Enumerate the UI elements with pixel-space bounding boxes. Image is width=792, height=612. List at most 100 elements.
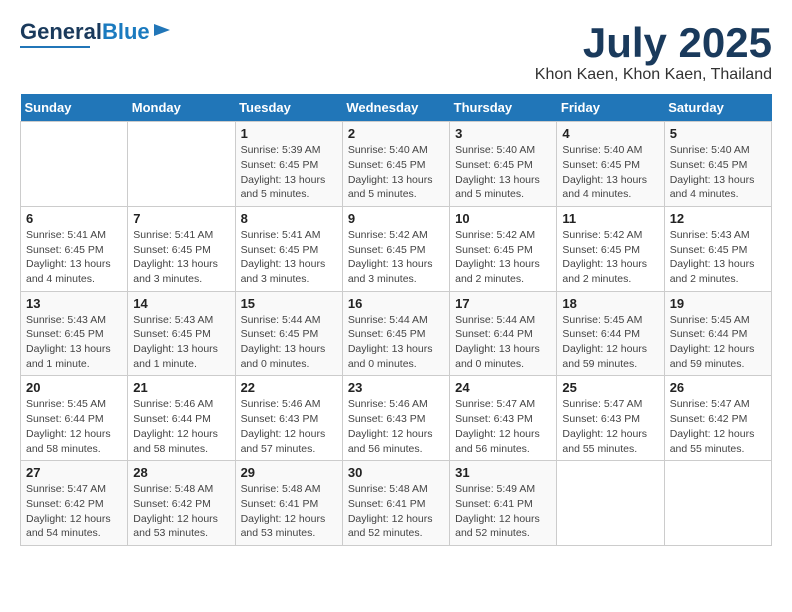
day-number: 13 bbox=[26, 296, 122, 311]
day-number: 27 bbox=[26, 465, 122, 480]
calendar-cell: 26 Sunrise: 5:47 AM Sunset: 6:42 PM Dayli… bbox=[664, 376, 771, 461]
calendar-cell: 7 Sunrise: 5:41 AM Sunset: 6:45 PM Daylig… bbox=[128, 206, 235, 291]
calendar-week-1: 1 Sunrise: 5:39 AM Sunset: 6:45 PM Daylig… bbox=[21, 122, 772, 207]
calendar-cell: 29 Sunrise: 5:48 AM Sunset: 6:41 PM Dayli… bbox=[235, 461, 342, 546]
day-number: 30 bbox=[348, 465, 444, 480]
calendar-cell: 24Sunrise: 5:47 AM Sunset: 6:43 PM Dayli… bbox=[450, 376, 557, 461]
calendar-cell: 1 Sunrise: 5:39 AM Sunset: 6:45 PM Daylig… bbox=[235, 122, 342, 207]
calendar-table: SundayMondayTuesdayWednesdayThursdayFrid… bbox=[20, 94, 772, 546]
day-detail: Sunrise: 5:43 AM Sunset: 6:45 PM Dayligh… bbox=[133, 313, 229, 372]
calendar-cell: 12 Sunrise: 5:43 AM Sunset: 6:45 PM Dayli… bbox=[664, 206, 771, 291]
day-detail: Sunrise: 5:40 AM Sunset: 6:45 PM Dayligh… bbox=[670, 143, 766, 202]
day-detail: Sunrise: 5:48 AM Sunset: 6:41 PM Dayligh… bbox=[348, 482, 444, 541]
day-number: 7 bbox=[133, 211, 229, 226]
logo-text: GeneralBlue bbox=[20, 20, 150, 44]
day-number: 1 bbox=[241, 126, 337, 141]
weekday-header-friday: Friday bbox=[557, 94, 664, 122]
day-number: 3 bbox=[455, 126, 551, 141]
weekday-header-row: SundayMondayTuesdayWednesdayThursdayFrid… bbox=[21, 94, 772, 122]
calendar-body: 1 Sunrise: 5:39 AM Sunset: 6:45 PM Daylig… bbox=[21, 122, 772, 546]
calendar-cell: 15 Sunrise: 5:44 AM Sunset: 6:45 PM Dayli… bbox=[235, 291, 342, 376]
calendar-cell: 28Sunrise: 5:48 AM Sunset: 6:42 PM Dayli… bbox=[128, 461, 235, 546]
calendar-cell: 16Sunrise: 5:44 AM Sunset: 6:45 PM Dayli… bbox=[342, 291, 449, 376]
day-detail: Sunrise: 5:46 AM Sunset: 6:43 PM Dayligh… bbox=[241, 397, 337, 456]
calendar-cell bbox=[664, 461, 771, 546]
weekday-header-monday: Monday bbox=[128, 94, 235, 122]
day-number: 25 bbox=[562, 380, 658, 395]
weekday-header-wednesday: Wednesday bbox=[342, 94, 449, 122]
page-header: GeneralBlue July 2025 Khon Kaen, Khon Ka… bbox=[20, 20, 772, 84]
calendar-week-2: 6Sunrise: 5:41 AM Sunset: 6:45 PM Daylig… bbox=[21, 206, 772, 291]
day-detail: Sunrise: 5:41 AM Sunset: 6:45 PM Dayligh… bbox=[26, 228, 122, 287]
day-number: 15 bbox=[241, 296, 337, 311]
day-number: 21 bbox=[133, 380, 229, 395]
day-number: 29 bbox=[241, 465, 337, 480]
weekday-header-saturday: Saturday bbox=[664, 94, 771, 122]
calendar-cell: 3 Sunrise: 5:40 AM Sunset: 6:45 PM Daylig… bbox=[450, 122, 557, 207]
day-number: 11 bbox=[562, 211, 658, 226]
title-area: July 2025 Khon Kaen, Khon Kaen, Thailand bbox=[535, 20, 772, 84]
day-number: 17 bbox=[455, 296, 551, 311]
day-number: 18 bbox=[562, 296, 658, 311]
day-number: 26 bbox=[670, 380, 766, 395]
day-number: 24 bbox=[455, 380, 551, 395]
day-detail: Sunrise: 5:47 AM Sunset: 6:42 PM Dayligh… bbox=[26, 482, 122, 541]
calendar-cell bbox=[128, 122, 235, 207]
day-number: 2 bbox=[348, 126, 444, 141]
day-detail: Sunrise: 5:42 AM Sunset: 6:45 PM Dayligh… bbox=[455, 228, 551, 287]
day-number: 19 bbox=[670, 296, 766, 311]
day-number: 5 bbox=[670, 126, 766, 141]
day-detail: Sunrise: 5:42 AM Sunset: 6:45 PM Dayligh… bbox=[562, 228, 658, 287]
calendar-cell: 25 Sunrise: 5:47 AM Sunset: 6:43 PM Dayli… bbox=[557, 376, 664, 461]
calendar-cell bbox=[21, 122, 128, 207]
day-detail: Sunrise: 5:45 AM Sunset: 6:44 PM Dayligh… bbox=[670, 313, 766, 372]
day-detail: Sunrise: 5:40 AM Sunset: 6:45 PM Dayligh… bbox=[562, 143, 658, 202]
calendar-cell: 9 Sunrise: 5:42 AM Sunset: 6:45 PM Daylig… bbox=[342, 206, 449, 291]
calendar-cell bbox=[557, 461, 664, 546]
day-detail: Sunrise: 5:43 AM Sunset: 6:45 PM Dayligh… bbox=[26, 313, 122, 372]
day-detail: Sunrise: 5:46 AM Sunset: 6:43 PM Dayligh… bbox=[348, 397, 444, 456]
calendar-cell: 23 Sunrise: 5:46 AM Sunset: 6:43 PM Dayli… bbox=[342, 376, 449, 461]
calendar-cell: 30 Sunrise: 5:48 AM Sunset: 6:41 PM Dayli… bbox=[342, 461, 449, 546]
weekday-header-thursday: Thursday bbox=[450, 94, 557, 122]
day-detail: Sunrise: 5:47 AM Sunset: 6:43 PM Dayligh… bbox=[562, 397, 658, 456]
day-number: 4 bbox=[562, 126, 658, 141]
day-detail: Sunrise: 5:45 AM Sunset: 6:44 PM Dayligh… bbox=[26, 397, 122, 456]
calendar-cell: 10 Sunrise: 5:42 AM Sunset: 6:45 PM Dayli… bbox=[450, 206, 557, 291]
day-detail: Sunrise: 5:41 AM Sunset: 6:45 PM Dayligh… bbox=[133, 228, 229, 287]
day-detail: Sunrise: 5:44 AM Sunset: 6:45 PM Dayligh… bbox=[241, 313, 337, 372]
calendar-cell: 11 Sunrise: 5:42 AM Sunset: 6:45 PM Dayli… bbox=[557, 206, 664, 291]
day-detail: Sunrise: 5:47 AM Sunset: 6:42 PM Dayligh… bbox=[670, 397, 766, 456]
calendar-cell: 19 Sunrise: 5:45 AM Sunset: 6:44 PM Dayli… bbox=[664, 291, 771, 376]
day-number: 8 bbox=[241, 211, 337, 226]
day-detail: Sunrise: 5:44 AM Sunset: 6:44 PM Dayligh… bbox=[455, 313, 551, 372]
day-detail: Sunrise: 5:45 AM Sunset: 6:44 PM Dayligh… bbox=[562, 313, 658, 372]
calendar-cell: 17 Sunrise: 5:44 AM Sunset: 6:44 PM Dayli… bbox=[450, 291, 557, 376]
day-number: 23 bbox=[348, 380, 444, 395]
day-number: 9 bbox=[348, 211, 444, 226]
location: Khon Kaen, Khon Kaen, Thailand bbox=[535, 66, 772, 84]
day-detail: Sunrise: 5:48 AM Sunset: 6:42 PM Dayligh… bbox=[133, 482, 229, 541]
day-detail: Sunrise: 5:48 AM Sunset: 6:41 PM Dayligh… bbox=[241, 482, 337, 541]
day-detail: Sunrise: 5:40 AM Sunset: 6:45 PM Dayligh… bbox=[455, 143, 551, 202]
day-detail: Sunrise: 5:39 AM Sunset: 6:45 PM Dayligh… bbox=[241, 143, 337, 202]
day-detail: Sunrise: 5:46 AM Sunset: 6:44 PM Dayligh… bbox=[133, 397, 229, 456]
calendar-cell: 31Sunrise: 5:49 AM Sunset: 6:41 PM Dayli… bbox=[450, 461, 557, 546]
calendar-week-5: 27 Sunrise: 5:47 AM Sunset: 6:42 PM Dayli… bbox=[21, 461, 772, 546]
day-detail: Sunrise: 5:43 AM Sunset: 6:45 PM Dayligh… bbox=[670, 228, 766, 287]
calendar-cell: 14Sunrise: 5:43 AM Sunset: 6:45 PM Dayli… bbox=[128, 291, 235, 376]
day-detail: Sunrise: 5:42 AM Sunset: 6:45 PM Dayligh… bbox=[348, 228, 444, 287]
calendar-week-4: 20Sunrise: 5:45 AM Sunset: 6:44 PM Dayli… bbox=[21, 376, 772, 461]
weekday-header-sunday: Sunday bbox=[21, 94, 128, 122]
calendar-cell: 20Sunrise: 5:45 AM Sunset: 6:44 PM Dayli… bbox=[21, 376, 128, 461]
calendar-cell: 27 Sunrise: 5:47 AM Sunset: 6:42 PM Dayli… bbox=[21, 461, 128, 546]
logo: GeneralBlue bbox=[20, 20, 172, 48]
calendar-cell: 2Sunrise: 5:40 AM Sunset: 6:45 PM Daylig… bbox=[342, 122, 449, 207]
day-number: 12 bbox=[670, 211, 766, 226]
day-number: 22 bbox=[241, 380, 337, 395]
day-detail: Sunrise: 5:44 AM Sunset: 6:45 PM Dayligh… bbox=[348, 313, 444, 372]
calendar-cell: 13 Sunrise: 5:43 AM Sunset: 6:45 PM Dayli… bbox=[21, 291, 128, 376]
calendar-cell: 8Sunrise: 5:41 AM Sunset: 6:45 PM Daylig… bbox=[235, 206, 342, 291]
day-number: 10 bbox=[455, 211, 551, 226]
calendar-cell: 5 Sunrise: 5:40 AM Sunset: 6:45 PM Daylig… bbox=[664, 122, 771, 207]
